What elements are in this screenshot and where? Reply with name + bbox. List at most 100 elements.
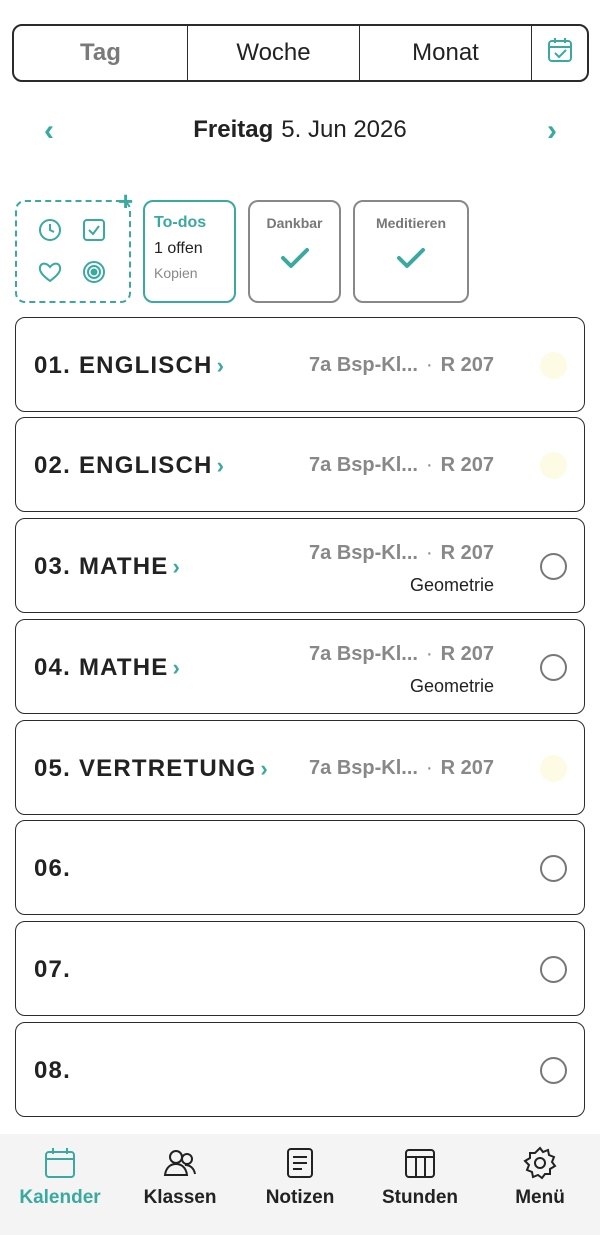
nav-label: Menü: [515, 1187, 565, 1208]
lesson-subject: MATHE: [78, 654, 169, 681]
lesson-subject: ENGLISCH: [78, 352, 213, 379]
separator: ·: [425, 454, 433, 476]
lesson-room: R 207: [440, 454, 494, 476]
lesson-room: R 207: [440, 354, 494, 376]
nav-item-menu[interactable]: Menü: [480, 1146, 600, 1209]
todos-card[interactable]: To-dos 1 offen Kopien: [143, 200, 236, 303]
quick-add-widgets[interactable]: [15, 200, 131, 303]
lesson-class: 7a Bsp-Kl...: [309, 454, 418, 476]
lesson-title: 08.: [34, 1057, 79, 1085]
lesson-number: 08.: [34, 1057, 71, 1084]
lesson-status-toggle[interactable]: [540, 452, 567, 479]
lesson-number: 01.: [34, 352, 71, 379]
nav-label: Stunden: [382, 1187, 458, 1208]
nav-item-klassen[interactable]: Klassen: [120, 1146, 240, 1209]
habit-card-dankbar[interactable]: Dankbar: [248, 200, 341, 303]
lesson-row[interactable]: 08.: [15, 1022, 585, 1117]
lesson-meta: 7a Bsp-Kl... · R 207: [309, 354, 494, 377]
lesson-status-toggle[interactable]: [540, 1057, 567, 1084]
lesson-title: 01. ENGLISCH ›: [34, 352, 225, 380]
tab-month[interactable]: Monat: [360, 26, 532, 80]
lesson-status-toggle[interactable]: [540, 352, 567, 379]
chevron-right-icon: ›: [216, 353, 226, 378]
checkbox-icon[interactable]: [81, 217, 107, 243]
bottom-navigation: Kalender Klassen Notizen Stunden Menü: [0, 1134, 600, 1235]
chevron-right-icon: ›: [172, 554, 182, 579]
date-value: 5. Jun 2026: [281, 116, 407, 143]
lesson-meta: 7a Bsp-Kl... · R 207: [309, 643, 494, 666]
chevron-right-icon: ›: [216, 453, 226, 478]
calendar-picker-button[interactable]: [532, 26, 587, 80]
date-navigation: ‹ Freitag 5. Jun 2026 ›: [0, 110, 600, 156]
lesson-subject: MATHE: [78, 553, 169, 580]
lesson-topic: Geometrie: [409, 676, 494, 696]
target-icon[interactable]: [81, 259, 107, 285]
lesson-title: 05. VERTRETUNG ›: [34, 755, 269, 783]
lesson-row[interactable]: 02. ENGLISCH › 7a Bsp-Kl... · R 207: [15, 417, 585, 512]
tab-day[interactable]: Tag: [14, 26, 188, 80]
check-icon: [250, 245, 339, 276]
lesson-meta: 7a Bsp-Kl... · R 207: [309, 757, 494, 780]
users-icon: [163, 1150, 197, 1184]
lesson-number: 04.: [34, 654, 71, 681]
lesson-number: 05.: [34, 755, 71, 782]
nav-label: Kalender: [19, 1187, 101, 1208]
lesson-row[interactable]: 06.: [15, 820, 585, 915]
separator: ·: [425, 757, 433, 779]
clock-icon[interactable]: [37, 217, 63, 243]
weekday-label: Freitag: [193, 116, 274, 143]
lesson-class: 7a Bsp-Kl...: [309, 354, 418, 376]
nav-item-kalender[interactable]: Kalender: [0, 1146, 120, 1209]
nav-label: Notizen: [265, 1187, 335, 1208]
lesson-title: 03. MATHE ›: [34, 553, 181, 581]
timetable-icon: [403, 1149, 437, 1184]
lesson-row[interactable]: 05. VERTRETUNG › 7a Bsp-Kl... · R 207: [15, 720, 585, 815]
lesson-status-toggle[interactable]: [540, 755, 567, 782]
lesson-meta: 7a Bsp-Kl... · R 207: [309, 542, 494, 565]
separator: ·: [425, 643, 433, 665]
lesson-row[interactable]: 07.: [15, 921, 585, 1016]
habit-card-meditieren[interactable]: Meditieren: [353, 200, 469, 303]
lesson-status-toggle[interactable]: [540, 553, 567, 580]
lesson-status-toggle[interactable]: [540, 956, 567, 983]
lesson-number: 06.: [34, 855, 71, 882]
habit-label: Meditieren: [375, 215, 446, 231]
todos-preview: Kopien: [154, 265, 198, 281]
lesson-class: 7a Bsp-Kl...: [309, 643, 418, 665]
lesson-number: 03.: [34, 553, 71, 580]
lesson-number: 02.: [34, 452, 71, 479]
calendar-icon: [43, 1148, 77, 1184]
nav-item-notizen[interactable]: Notizen: [240, 1146, 360, 1209]
lesson-class: 7a Bsp-Kl...: [309, 542, 418, 564]
nav-item-stunden[interactable]: Stunden: [360, 1146, 480, 1209]
separator: ·: [425, 354, 433, 376]
lesson-title: 04. MATHE ›: [34, 654, 181, 682]
lesson-row[interactable]: 03. MATHE › 7a Bsp-Kl... · R 207 Geometrie: [15, 518, 585, 613]
tab-week[interactable]: Woche: [188, 26, 360, 80]
lesson-topic: Geometrie: [409, 575, 494, 595]
lesson-room: R 207: [440, 757, 494, 779]
todos-open-count: 1 offen: [154, 240, 203, 257]
lesson-status-toggle[interactable]: [540, 855, 567, 882]
lesson-status-toggle[interactable]: [540, 654, 567, 681]
gear-icon: [523, 1146, 557, 1184]
chevron-right-icon: ›: [172, 655, 182, 680]
lesson-row[interactable]: 01. ENGLISCH › 7a Bsp-Kl... · R 207: [15, 317, 585, 412]
lesson-title: 06.: [34, 855, 79, 883]
lesson-room: R 207: [440, 542, 494, 564]
heart-icon[interactable]: [37, 259, 63, 285]
todos-title: To-dos: [154, 214, 207, 231]
add-widget-button[interactable]: +: [118, 188, 133, 214]
view-switcher: Tag Woche Monat: [12, 24, 589, 82]
lesson-class: 7a Bsp-Kl...: [309, 757, 418, 779]
habit-label: Dankbar: [266, 215, 323, 231]
lesson-row[interactable]: 04. MATHE › 7a Bsp-Kl... · R 207 Geometrie: [15, 619, 585, 714]
lesson-room: R 207: [440, 643, 494, 665]
next-day-button[interactable]: ›: [537, 114, 567, 148]
current-date: Freitag 5. Jun 2026: [0, 116, 600, 144]
lesson-number: 07.: [34, 956, 71, 983]
lesson-title: 07.: [34, 956, 79, 984]
notes-icon: [283, 1148, 317, 1184]
separator: ·: [425, 542, 433, 564]
lesson-subject: ENGLISCH: [78, 452, 213, 479]
